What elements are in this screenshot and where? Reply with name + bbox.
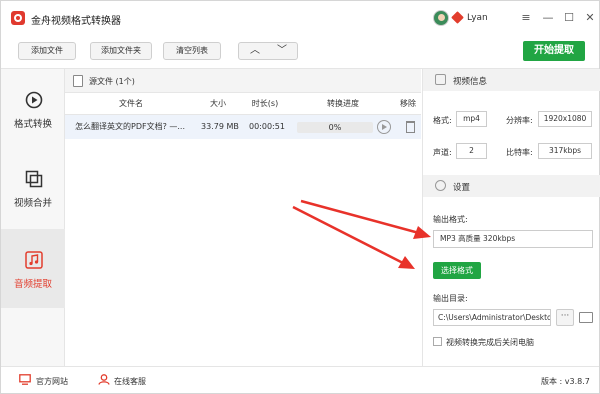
trash-icon[interactable] bbox=[406, 121, 415, 133]
toolbar: 添加文件 添加文件夹 清空列表 ︿ ﹀ 开始提取 bbox=[1, 35, 599, 69]
app-title: 金舟视频格式转换器 bbox=[31, 16, 121, 27]
resolution-value: 1920x1080 bbox=[538, 111, 592, 127]
sidebar-item-label: 视频合并 bbox=[13, 198, 52, 209]
version-label: 版本 : v3.8.7 bbox=[541, 377, 590, 386]
sidebar-item-format-convert[interactable]: 格式转换 bbox=[1, 69, 65, 148]
file-list-panel: 源文件 (1个) 文件名 大小 时长(s) 转换进度 移除 怎么翻译英文的PDF… bbox=[65, 69, 421, 366]
video-info-title: 视频信息 bbox=[453, 77, 488, 87]
add-folder-button[interactable]: 添加文件夹 bbox=[90, 42, 152, 60]
close-button[interactable]: ✕ bbox=[583, 11, 597, 25]
format-label: 格式: bbox=[433, 116, 452, 125]
app-window: 金舟视频格式转换器 Lyan ≡ — ☐ ✕ 添加文件 添加文件夹 清空列表 ︿… bbox=[0, 0, 600, 394]
reorder-buttons: ︿ ﹀ bbox=[238, 42, 298, 60]
choose-format-button[interactable]: 选择格式 bbox=[433, 262, 481, 279]
minimize-button[interactable]: — bbox=[541, 11, 555, 25]
channels-value: 2 bbox=[456, 143, 487, 159]
app-logo-icon bbox=[11, 11, 25, 25]
maximize-button[interactable]: ☐ bbox=[562, 11, 576, 25]
file-duration: 00:00:51 bbox=[249, 122, 285, 131]
add-file-button[interactable]: 添加文件 bbox=[18, 42, 76, 60]
resolution-label: 分辨率: bbox=[506, 116, 533, 125]
sidebar-item-video-merge[interactable]: 视频合并 bbox=[1, 148, 65, 227]
support-link[interactable]: 在线客服 bbox=[114, 376, 146, 387]
play-icon[interactable] bbox=[377, 120, 391, 134]
sidebar-item-label: 格式转换 bbox=[13, 119, 52, 130]
settings-title: 设置 bbox=[453, 183, 471, 193]
menu-icon[interactable]: ≡ bbox=[519, 11, 533, 25]
shutdown-checkbox[interactable] bbox=[433, 337, 442, 346]
move-up-button[interactable]: ︿ bbox=[248, 44, 262, 58]
column-header-progress: 转换进度 bbox=[327, 99, 359, 108]
file-name: 怎么翻译英文的PDF文档? —... bbox=[75, 122, 186, 131]
settings-header: 设置 bbox=[423, 175, 600, 197]
channels-label: 声道: bbox=[433, 148, 452, 157]
sidebar: 格式转换 视频合并 音频提取 bbox=[1, 69, 65, 366]
start-extract-button[interactable]: 开始提取 bbox=[523, 41, 585, 61]
file-icon bbox=[73, 75, 83, 87]
user-avatar[interactable] bbox=[433, 10, 449, 26]
play-circle-icon bbox=[25, 91, 43, 109]
monitor-icon bbox=[19, 374, 31, 385]
status-bar: 官方网站 在线客服 版本 : v3.8.7 bbox=[1, 366, 599, 393]
sidebar-item-audio-extract[interactable]: 音频提取 bbox=[1, 229, 65, 308]
column-header-remove: 移除 bbox=[400, 99, 416, 108]
output-dir-field[interactable]: C:\Users\Administrator\Deskto bbox=[433, 309, 551, 326]
bitrate-label: 比特率: bbox=[506, 148, 533, 157]
output-dir-label: 输出目录: bbox=[433, 294, 468, 303]
browse-button[interactable]: ··· bbox=[556, 309, 574, 326]
merge-icon bbox=[25, 170, 43, 188]
column-header-filename: 文件名 bbox=[119, 99, 143, 108]
column-header-size: 大小 bbox=[210, 99, 226, 108]
file-list-header: 源文件 (1个) bbox=[65, 69, 421, 93]
bitrate-value: 317kbps bbox=[538, 143, 592, 159]
output-format-label: 输出格式: bbox=[433, 215, 468, 224]
format-value: mp4 bbox=[456, 111, 487, 127]
gear-icon bbox=[435, 180, 446, 191]
right-panel: 视频信息 格式: mp4 分辨率: 1920x1080 声道: 2 比特率: 3… bbox=[422, 69, 600, 366]
progress-bar: 0% bbox=[297, 122, 373, 133]
sidebar-item-label: 音频提取 bbox=[13, 279, 52, 290]
vip-badge-icon bbox=[451, 11, 464, 24]
move-down-button[interactable]: ﹀ bbox=[275, 44, 289, 58]
output-format-field[interactable]: MP3 高质量 320kbps bbox=[433, 230, 593, 248]
username[interactable]: Lyan bbox=[467, 13, 488, 23]
info-icon bbox=[435, 74, 446, 85]
video-info-header: 视频信息 bbox=[423, 69, 600, 91]
music-note-icon bbox=[25, 251, 43, 269]
clear-list-button[interactable]: 清空列表 bbox=[163, 42, 221, 60]
title-bar: 金舟视频格式转换器 Lyan ≡ — ☐ ✕ bbox=[1, 1, 599, 35]
table-row[interactable]: 怎么翻译英文的PDF文档? —... 33.79 MB 00:00:51 0% bbox=[65, 115, 421, 139]
shutdown-label: 视频转换完成后关闭电脑 bbox=[446, 338, 534, 347]
support-icon bbox=[98, 374, 110, 385]
file-size: 33.79 MB bbox=[201, 122, 239, 131]
file-list-title: 源文件 (1个) bbox=[89, 77, 135, 86]
column-header-duration: 时长(s) bbox=[251, 99, 279, 108]
website-link[interactable]: 官方网站 bbox=[36, 376, 68, 387]
folder-icon[interactable] bbox=[579, 312, 593, 323]
